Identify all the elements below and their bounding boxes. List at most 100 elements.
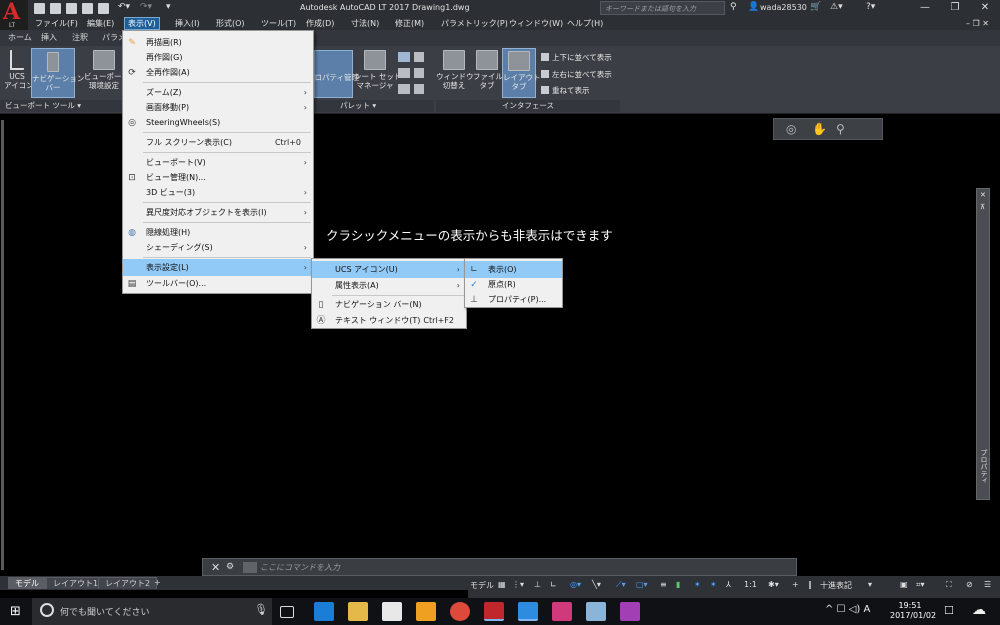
palette-icon-1[interactable] — [398, 52, 410, 62]
user-name[interactable]: wada28530 — [760, 3, 807, 12]
auto-scale-icon[interactable]: ✶ — [710, 580, 717, 589]
application-menu-button[interactable]: A LT — [0, 0, 28, 30]
clean-screen-icon[interactable]: ⛶ — [946, 580, 952, 590]
sheetset-manager-button[interactable]: シート セット マネージャ — [354, 50, 401, 98]
clock[interactable]: 19:51 2017/01/02 — [890, 601, 936, 621]
plus-icon[interactable]: + — [792, 580, 799, 589]
polar-icon[interactable]: ∟ — [550, 580, 557, 589]
snap-icon[interactable]: ⋮▾ — [512, 580, 524, 589]
dynucs-icon[interactable]: ⟋▾ — [616, 580, 626, 590]
ucs-icon-button[interactable]: UCS アイコン — [4, 50, 34, 98]
workspace-icon[interactable]: ✱▾ — [768, 580, 779, 589]
menu-item-ucs-icon[interactable]: UCS アイコン(U) › — [312, 261, 466, 278]
switch-windows-button[interactable]: ウィンドウ 切替え — [436, 50, 474, 98]
help-icon[interactable]: ?▾ — [866, 2, 875, 14]
layout-tabs-button[interactable]: レイアウト タブ — [502, 48, 541, 98]
menu-item-toolbars[interactable]: ▤ ツールバー(O)... — [123, 275, 313, 292]
grid-icon[interactable]: ▦ — [498, 580, 506, 589]
ie-icon[interactable] — [518, 602, 538, 621]
print-icon[interactable] — [98, 3, 109, 14]
qat-dropdown-icon[interactable]: ▾ — [166, 2, 171, 14]
store-icon[interactable] — [382, 602, 402, 621]
viewport-config-button[interactable]: ビューポート 環境設定 — [84, 50, 129, 98]
file-tabs-button[interactable]: ファイル タブ — [473, 50, 503, 98]
menu-item-shading[interactable]: シェーディング(S) › — [123, 239, 313, 256]
menu-item-ucs-properties[interactable]: ⊥ プロパティ(P)... — [465, 291, 562, 308]
menu-edit[interactable]: 編集(E) — [84, 17, 117, 30]
cart-icon[interactable]: 🛒 — [810, 2, 821, 14]
menu-dimension[interactable]: 寸法(N) — [348, 17, 382, 30]
model-space-button[interactable]: モデル — [470, 580, 494, 591]
menu-window[interactable]: ウィンドウ(W) — [506, 17, 566, 30]
palette-icon-4[interactable] — [414, 68, 424, 78]
user-icon[interactable]: 👤 — [748, 2, 759, 14]
menu-item-steeringwheels[interactable]: ◎ SteeringWheels(S) — [123, 114, 313, 131]
maximize-button[interactable]: ❐ — [940, 0, 970, 17]
menu-format[interactable]: 形式(O) — [213, 17, 248, 30]
units-dropdown[interactable]: 十進表記 — [820, 580, 852, 591]
close-button[interactable]: ✕ — [970, 0, 1000, 17]
media-player-icon[interactable] — [416, 602, 436, 621]
ime-indicator[interactable]: A — [863, 604, 870, 615]
steering-wheel-icon[interactable]: ◎ — [786, 122, 796, 136]
palette-icon-2[interactable] — [414, 52, 424, 62]
paint-app-icon[interactable] — [586, 602, 606, 621]
palette-icon-3[interactable] — [398, 68, 410, 78]
tab-model[interactable]: モデル — [8, 577, 46, 589]
zoom-icon[interactable]: ⚲ — [836, 122, 845, 136]
microphone-icon[interactable]: 🎙 — [254, 603, 268, 616]
annotation-scale-value[interactable]: 1:1 — [744, 580, 757, 589]
menu-item-annotative-objects[interactable]: 異尺度対応オブジェクトを表示(I) › — [123, 204, 313, 221]
doc-window-controls[interactable]: – ❐ ✕ — [963, 17, 992, 30]
minimize-button[interactable]: — — [910, 0, 940, 17]
chrome-icon[interactable] — [450, 602, 470, 621]
menu-draw[interactable]: 作成(D) — [303, 17, 337, 30]
menu-insert[interactable]: 挿入(I) — [172, 17, 203, 30]
menu-tools[interactable]: ツール(T) — [258, 17, 299, 30]
menu-item-3d-views[interactable]: 3D ビュー(3) › — [123, 184, 313, 201]
pan-icon[interactable]: ✋ — [812, 122, 827, 136]
notification-icon[interactable]: ☐ — [944, 604, 954, 617]
menu-modify[interactable]: 修正(M) — [392, 17, 427, 30]
menu-parametric[interactable]: パラメトリック(P) — [438, 17, 511, 30]
cascade-button[interactable]: 重ねて表示 — [541, 85, 590, 96]
autocad-taskbar-icon[interactable] — [484, 602, 504, 621]
navigation-bar[interactable]: ◎ ✋ ⚲ — [773, 118, 883, 140]
tab-insert[interactable]: 挿入 — [41, 32, 57, 43]
command-line[interactable]: ✕ ⚙ ここにコマンドを入力 — [202, 558, 797, 576]
start-button[interactable]: ⊞ — [0, 598, 32, 625]
menu-file[interactable]: ファイル(F) — [32, 17, 81, 30]
menu-item-regen-all[interactable]: ⟳ 全再作図(A) — [123, 64, 313, 81]
wrench-icon[interactable]: ⚙ — [226, 562, 234, 572]
task-view-icon[interactable] — [280, 606, 294, 618]
properties-manager-button[interactable]: プロパティ管理 — [307, 50, 359, 98]
menu-item-display[interactable]: 表示設定(L) › — [123, 259, 313, 276]
tab-annotate[interactable]: 注釈 — [72, 32, 88, 43]
cortana-search[interactable]: 何でも聞いてください 🎙 — [32, 598, 272, 625]
palette-icon-6[interactable] — [414, 84, 424, 94]
binoculars-icon[interactable]: ⚲ — [730, 2, 737, 14]
navigation-bar-button[interactable]: ナビゲーション バー — [31, 48, 84, 98]
open-icon[interactable] — [50, 3, 61, 14]
explorer-icon[interactable] — [348, 602, 368, 621]
customization-icon[interactable]: ☰ — [984, 580, 991, 589]
snip-app-icon[interactable] — [620, 602, 640, 621]
panel-viewport-tools[interactable]: ビューポート ツール ▾ — [0, 100, 122, 112]
save-icon[interactable] — [66, 3, 77, 14]
cloud-icon[interactable]: ☁ — [972, 602, 986, 618]
search-input[interactable]: キーワードまたは語句を入力 — [600, 1, 725, 15]
lineweight-icon[interactable]: ≡ — [660, 580, 667, 589]
palette-icon-5[interactable] — [398, 84, 410, 94]
redo-icon[interactable]: ↷▾ — [140, 2, 152, 14]
menu-item-fullscreen[interactable]: フル スクリーン表示(C) Ctrl+0 — [123, 134, 313, 151]
close-icon[interactable]: ✕ — [211, 561, 220, 574]
system-tray[interactable]: ^ ☐ ◁) A — [825, 604, 870, 615]
tab-home[interactable]: ホーム — [8, 32, 32, 43]
isolate-objects-icon[interactable]: ▣ — [900, 580, 908, 589]
annotation-scale-icon[interactable]: ⅄ — [726, 580, 731, 589]
undo-icon[interactable]: ↶▾ — [118, 2, 130, 14]
menu-view[interactable]: 表示(V) — [124, 17, 160, 30]
osnap-icon[interactable]: ◎▾ — [570, 580, 581, 589]
settings-icon[interactable]: ⊘ — [966, 580, 973, 589]
otrack-icon[interactable]: ╲▾ — [592, 580, 601, 589]
